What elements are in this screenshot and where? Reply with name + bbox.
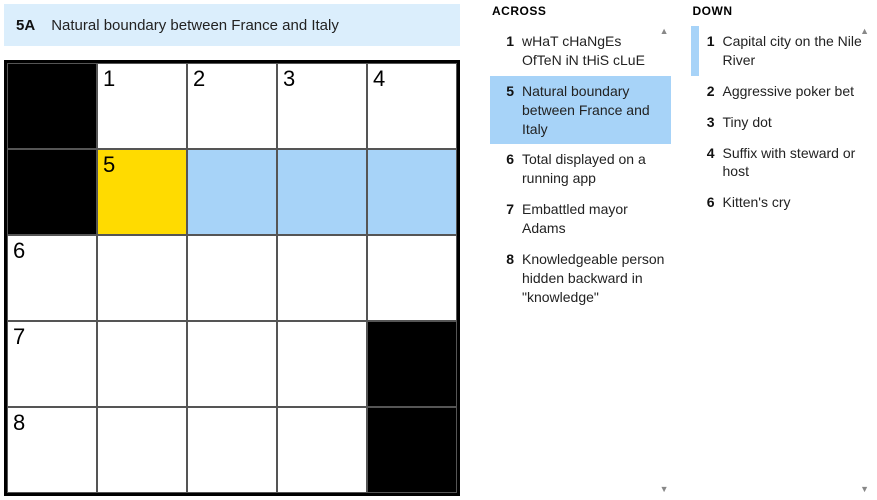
grid-cell xyxy=(367,321,457,407)
cell-number: 6 xyxy=(13,238,25,264)
grid-cell[interactable] xyxy=(97,235,187,321)
clue-item[interactable]: 7Embattled mayor Adams xyxy=(490,194,671,244)
clue-item[interactable]: 4Suffix with steward or host xyxy=(691,138,872,188)
cell-number: 3 xyxy=(283,66,295,92)
clue-text: Natural boundary between France and Ital… xyxy=(522,82,665,139)
clue-number: 7 xyxy=(498,200,522,238)
clue-text: Embattled mayor Adams xyxy=(522,200,665,238)
cell-number: 8 xyxy=(13,410,25,436)
clue-number: 6 xyxy=(498,150,522,188)
across-clue-list[interactable]: 1wHaT cHaNgEs OfTeN iN tHiS cLuE5Natural… xyxy=(490,26,671,481)
grid-cell[interactable]: 7 xyxy=(7,321,97,407)
grid-cell[interactable]: 4 xyxy=(367,63,457,149)
grid-cell[interactable] xyxy=(187,235,277,321)
clue-item[interactable]: 1Capital city on the Nile River xyxy=(691,26,872,76)
clue-number: 1 xyxy=(498,32,522,70)
clue-text: Aggressive poker bet xyxy=(723,82,855,101)
cell-number: 1 xyxy=(103,66,115,92)
clue-text: Suffix with steward or host xyxy=(723,144,866,182)
grid-cell[interactable]: 1 xyxy=(97,63,187,149)
across-column: ACROSS 1wHaT cHaNgEs OfTeN iN tHiS cLuE5… xyxy=(490,4,671,500)
down-clue-list[interactable]: 1Capital city on the Nile River2Aggressi… xyxy=(691,26,872,481)
clue-item[interactable]: 5Natural boundary between France and Ita… xyxy=(490,76,671,145)
clue-number: 8 xyxy=(498,250,522,307)
across-heading: ACROSS xyxy=(490,4,671,18)
down-heading: DOWN xyxy=(691,4,872,18)
clue-item[interactable]: 2Aggressive poker bet xyxy=(691,76,872,107)
clue-number: 3 xyxy=(699,113,723,132)
grid-cell[interactable] xyxy=(367,149,457,235)
cell-number: 2 xyxy=(193,66,205,92)
grid-cell[interactable] xyxy=(187,321,277,407)
grid-cell xyxy=(7,149,97,235)
grid-cell[interactable] xyxy=(187,407,277,493)
cell-number: 4 xyxy=(373,66,385,92)
grid-cell xyxy=(367,407,457,493)
grid-cell[interactable] xyxy=(277,149,367,235)
clue-item[interactable]: 8Knowledgeable person hidden backward in… xyxy=(490,244,671,313)
clue-item[interactable]: 6Kitten's cry xyxy=(691,187,872,218)
grid-cell[interactable]: 3 xyxy=(277,63,367,149)
clue-text: Kitten's cry xyxy=(723,193,791,212)
clue-text: Knowledgeable person hidden backward in … xyxy=(522,250,665,307)
grid-cell[interactable]: 8 xyxy=(7,407,97,493)
clue-text: wHaT cHaNgEs OfTeN iN tHiS cLuE xyxy=(522,32,665,70)
down-column: DOWN 1Capital city on the Nile River2Agg… xyxy=(691,4,872,500)
clue-number: 4 xyxy=(699,144,723,182)
clue-number: 1 xyxy=(699,32,723,70)
grid-cell[interactable] xyxy=(97,407,187,493)
crossword-grid[interactable]: 1 2 3 4 5 6 7 8 xyxy=(4,60,460,496)
grid-cell[interactable] xyxy=(277,321,367,407)
current-clue-label: 5A xyxy=(16,17,35,34)
grid-cell[interactable]: 5 xyxy=(97,149,187,235)
grid-cell[interactable]: 6 xyxy=(7,235,97,321)
grid-cell[interactable]: 2 xyxy=(187,63,277,149)
clue-number: 5 xyxy=(498,82,522,139)
scroll-up-icon: ▲ xyxy=(660,26,669,36)
scroll-up-icon: ▲ xyxy=(860,26,869,36)
clue-text: Total displayed on a running app xyxy=(522,150,665,188)
scroll-down-icon: ▼ xyxy=(660,484,669,494)
scroll-down-icon: ▼ xyxy=(860,484,869,494)
current-clue-bar: 5A Natural boundary between France and I… xyxy=(4,4,460,46)
grid-cell xyxy=(7,63,97,149)
grid-cell[interactable] xyxy=(187,149,277,235)
grid-cell[interactable] xyxy=(277,235,367,321)
grid-cell[interactable] xyxy=(367,235,457,321)
clue-number: 6 xyxy=(699,193,723,212)
cell-number: 7 xyxy=(13,324,25,350)
clue-item[interactable]: 6Total displayed on a running app xyxy=(490,144,671,194)
clue-item[interactable]: 3Tiny dot xyxy=(691,107,872,138)
clue-item[interactable]: 1wHaT cHaNgEs OfTeN iN tHiS cLuE xyxy=(490,26,671,76)
cell-number: 5 xyxy=(103,152,115,178)
grid-cell[interactable] xyxy=(97,321,187,407)
clue-text: Tiny dot xyxy=(723,113,772,132)
current-clue-text: Natural boundary between France and Ital… xyxy=(51,17,339,34)
clue-text: Capital city on the Nile River xyxy=(723,32,866,70)
grid-cell[interactable] xyxy=(277,407,367,493)
clue-number: 2 xyxy=(699,82,723,101)
